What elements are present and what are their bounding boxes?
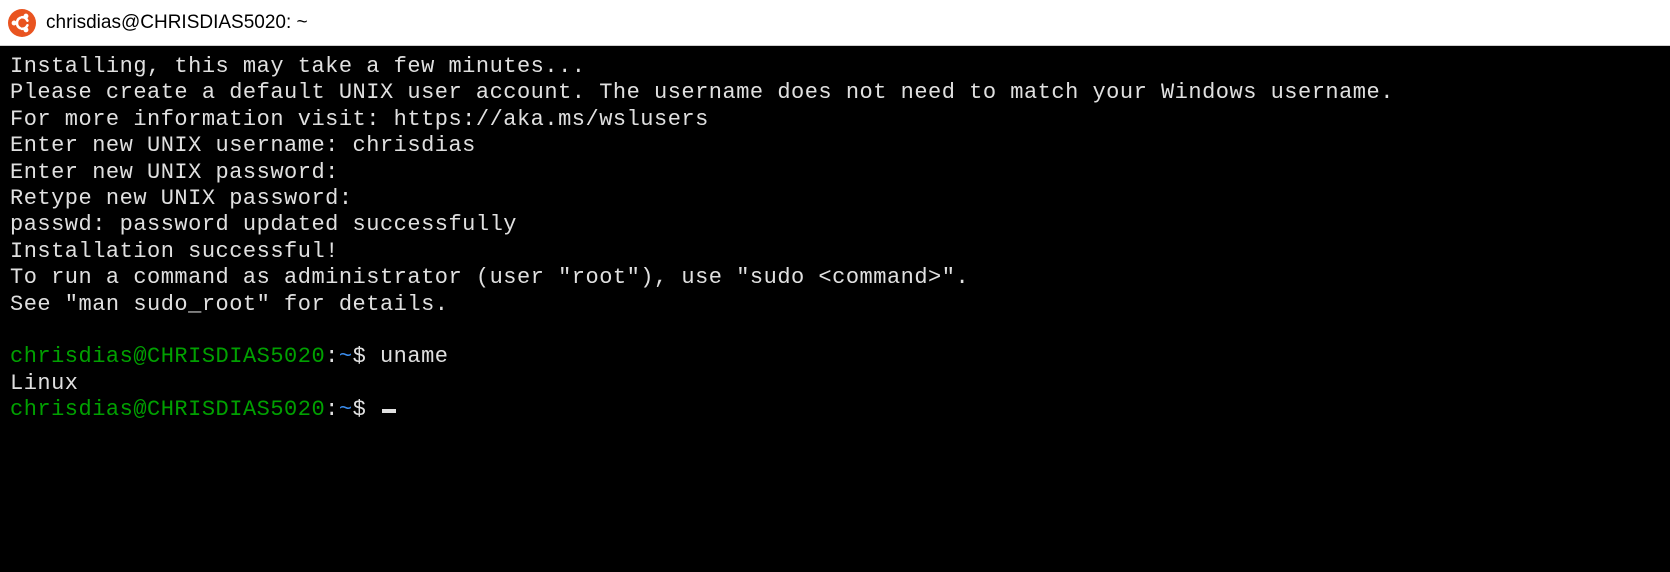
- terminal-output-line: To run a command as administrator (user …: [10, 265, 1660, 291]
- prompt-path: ~: [339, 344, 353, 369]
- terminal-output-line: passwd: password updated successfully: [10, 212, 1660, 238]
- terminal-output-line: Installing, this may take a few minutes.…: [10, 54, 1660, 80]
- terminal-output-line: See "man sudo_root" for details.: [10, 292, 1660, 318]
- prompt-path: ~: [339, 397, 353, 422]
- terminal-output-line: Installation successful!: [10, 239, 1660, 265]
- terminal-blank-line: [10, 318, 1660, 344]
- prompt-user: chrisdias: [10, 344, 133, 369]
- terminal-output-line: Please create a default UNIX user accoun…: [10, 80, 1660, 106]
- prompt-user: chrisdias: [10, 397, 133, 422]
- terminal-cursor: [382, 409, 396, 413]
- terminal-output-line: For more information visit: https://aka.…: [10, 107, 1660, 133]
- prompt-colon: :: [325, 344, 339, 369]
- terminal-output-line: Enter new UNIX username: chrisdias: [10, 133, 1660, 159]
- window-titlebar: chrisdias@CHRISDIAS5020: ~: [0, 0, 1670, 46]
- prompt-at: @: [133, 344, 147, 369]
- prompt-host: CHRISDIAS5020: [147, 344, 325, 369]
- window-title: chrisdias@CHRISDIAS5020: ~: [46, 12, 308, 34]
- terminal-output-line: Enter new UNIX password:: [10, 160, 1660, 186]
- prompt-colon: :: [325, 397, 339, 422]
- prompt-dollar: $: [353, 344, 367, 369]
- terminal-prompt-line: chrisdias@CHRISDIAS5020:~$ uname: [10, 344, 1660, 370]
- prompt-host: CHRISDIAS5020: [147, 397, 325, 422]
- command-text: [366, 344, 380, 369]
- prompt-dollar: $: [353, 397, 367, 422]
- terminal-area[interactable]: Installing, this may take a few minutes.…: [0, 46, 1670, 572]
- ubuntu-icon: [8, 9, 36, 37]
- terminal-output-line: Retype new UNIX password:: [10, 186, 1660, 212]
- cursor-space: [366, 397, 380, 422]
- terminal-output-line: Linux: [10, 371, 1660, 397]
- command-text: uname: [380, 344, 449, 369]
- terminal-prompt-line: chrisdias@CHRISDIAS5020:~$: [10, 397, 1660, 423]
- prompt-at: @: [133, 397, 147, 422]
